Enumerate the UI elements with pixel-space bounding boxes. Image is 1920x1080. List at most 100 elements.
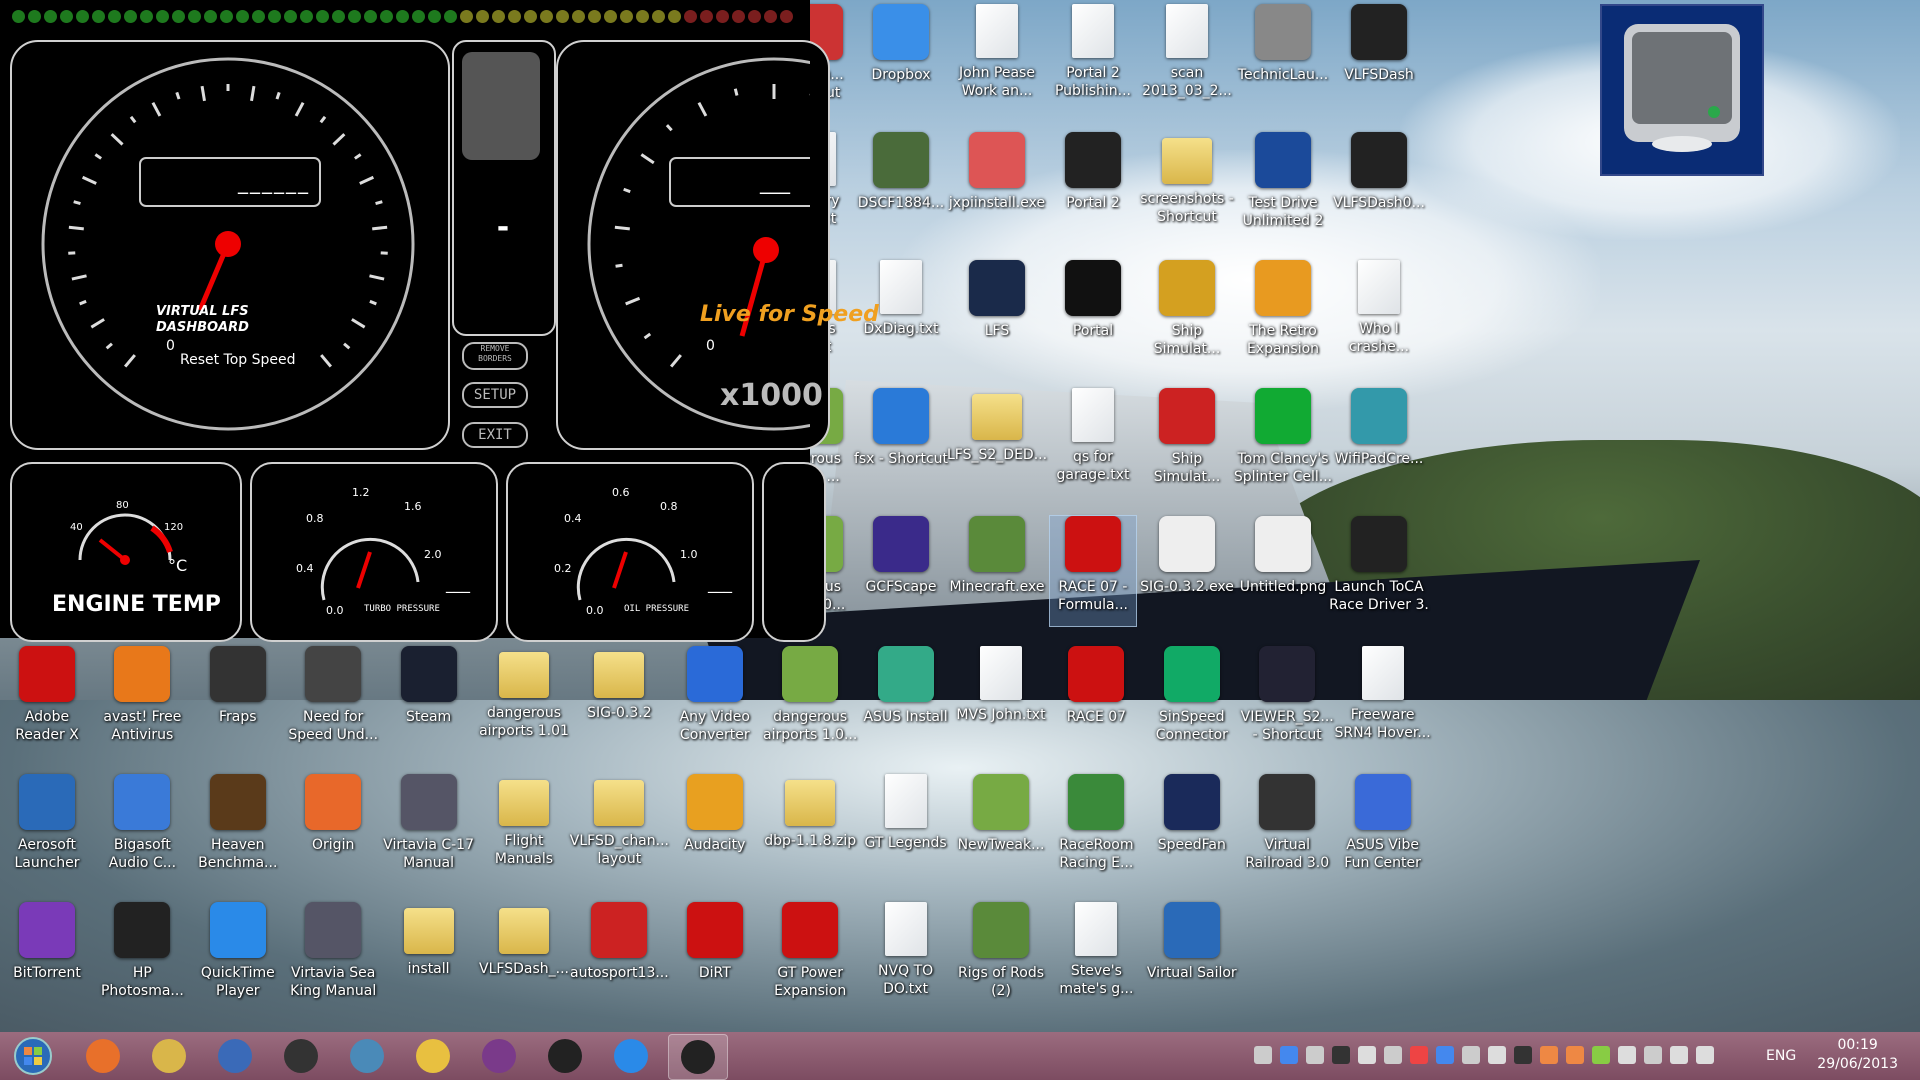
desktop-icon[interactable]: Portal 2 — [1050, 132, 1136, 242]
desktop-icon[interactable]: Minecraft.exe — [950, 516, 1044, 626]
tray-icon[interactable] — [1254, 1046, 1272, 1064]
tray-icon[interactable] — [1462, 1046, 1480, 1064]
tray-icon[interactable] — [1332, 1046, 1350, 1064]
desktop-icon[interactable]: dangerous airports 1.01 — [479, 646, 569, 756]
tray-icon[interactable] — [1644, 1046, 1662, 1064]
desktop-icon[interactable]: BitTorrent — [4, 902, 90, 1012]
desktop-icon[interactable]: HP Photosma... — [99, 902, 185, 1012]
taskbar-item[interactable] — [272, 1034, 330, 1078]
desktop-icon[interactable]: GT Power Expansion — [767, 902, 853, 1012]
desktop-icon[interactable]: Need for Speed Und... — [288, 646, 378, 756]
desktop-icon[interactable]: VLFSDash — [1336, 4, 1422, 114]
desktop-icon[interactable]: Virtual Sailor — [1147, 902, 1237, 1012]
desktop-icon[interactable]: RaceRoom Racing E... — [1053, 774, 1139, 884]
desktop-icon[interactable]: John Pease Work an... — [954, 4, 1040, 114]
taskbar-item[interactable] — [602, 1034, 660, 1078]
desktop-icon[interactable]: install — [386, 902, 472, 1012]
desktop-icon[interactable]: DiRT — [672, 902, 758, 1012]
desktop-icon[interactable]: Untitled.png — [1240, 516, 1326, 626]
desktop-icon[interactable]: Bigasoft Audio C... — [99, 774, 185, 884]
desktop-icon[interactable]: Steve's mate's g... — [1053, 902, 1139, 1012]
desktop-icon[interactable]: Launch ToCA Race Driver 3. — [1329, 516, 1429, 626]
setup-button[interactable]: SETUP — [462, 382, 528, 408]
desktop-icon[interactable]: Ship Simulat... — [1144, 388, 1230, 498]
desktop-icon[interactable]: SinSpeed Connector — [1149, 646, 1235, 756]
tray-icon[interactable] — [1436, 1046, 1454, 1064]
desktop-icon[interactable]: SpeedFan — [1149, 774, 1235, 884]
tray-icon[interactable] — [1592, 1046, 1610, 1064]
start-button[interactable] — [4, 1034, 62, 1078]
desktop-icon[interactable]: TechnicLau... — [1238, 4, 1328, 114]
desktop-icon[interactable]: Aerosoft Launcher — [4, 774, 90, 884]
tray-icon[interactable] — [1488, 1046, 1506, 1064]
desktop-icon[interactable]: ASUS Install — [863, 646, 949, 756]
tray-icon[interactable] — [1618, 1046, 1636, 1064]
desktop-icon[interactable]: RACE 07 - Formula... — [1049, 515, 1137, 627]
desktop-icon[interactable]: WifiPadCre... — [1335, 388, 1423, 498]
desktop-icon[interactable]: fsx - Shortcut — [854, 388, 948, 498]
desktop-icon[interactable]: Audacity — [672, 774, 758, 884]
desktop-icon[interactable]: dangerous airports 1.0... — [763, 646, 857, 756]
desktop-icon[interactable]: screenshots - Shortcut — [1140, 132, 1234, 242]
desktop-icon[interactable]: Adobe Reader X — [4, 646, 90, 756]
desktop-icon[interactable]: Test Drive Unlimited 2 — [1240, 132, 1326, 242]
tray-icon[interactable] — [1358, 1046, 1376, 1064]
desktop-icon[interactable]: Virtual Railroad 3.0 — [1244, 774, 1330, 884]
desktop-icon[interactable]: qs for garage.txt — [1050, 388, 1136, 498]
vlfs-dashboard-window[interactable]: ______ VIRTUAL LFS DASHBOARD 0 Reset Top… — [0, 0, 879, 642]
taskbar-item[interactable] — [470, 1034, 528, 1078]
desktop-icon[interactable]: LFS_S2_DED... — [947, 388, 1047, 498]
taskbar-item[interactable] — [668, 1034, 728, 1080]
tray-icon[interactable] — [1670, 1046, 1688, 1064]
desktop-icon[interactable]: Tom Clancy's Splinter Cell... — [1234, 388, 1332, 498]
desktop-icon[interactable]: scan 2013_03_2... — [1142, 4, 1232, 114]
desktop-icon[interactable]: Any Video Converter — [672, 646, 758, 756]
tray-icon[interactable] — [1540, 1046, 1558, 1064]
desktop-icon[interactable]: Rigs of Rods (2) — [958, 902, 1044, 1012]
desktop-icon[interactable]: SIG-0.3.2 — [576, 646, 662, 756]
desktop-icon[interactable]: RACE 07 — [1053, 646, 1139, 756]
tray-icon[interactable] — [1384, 1046, 1402, 1064]
tray-icon[interactable] — [1566, 1046, 1584, 1064]
taskbar-item[interactable] — [140, 1034, 198, 1078]
desktop-icon[interactable]: MVS John.txt — [956, 646, 1046, 756]
taskbar-item[interactable] — [74, 1034, 132, 1078]
desktop-icon[interactable]: NVQ TO DO.txt — [863, 902, 949, 1012]
desktop-icon[interactable]: dbp-1.1.8.zip — [764, 774, 856, 884]
desktop-icon[interactable]: Steam — [386, 646, 472, 756]
exit-button[interactable]: EXIT — [462, 422, 528, 448]
desktop-icon[interactable]: Origin — [290, 774, 376, 884]
desktop-icon[interactable]: Flight Manuals — [481, 774, 567, 884]
desktop-icon[interactable]: ASUS Vibe Fun Center — [1340, 774, 1426, 884]
desktop-icon[interactable]: VIEWER_S2... - Shortcut — [1241, 646, 1334, 756]
tray-icon[interactable] — [1514, 1046, 1532, 1064]
desktop-icon[interactable]: GCFScape — [858, 516, 944, 626]
desktop-icon[interactable]: NewTweak... — [958, 774, 1044, 884]
desktop-icon[interactable]: Heaven Benchma... — [195, 774, 281, 884]
tray-icon[interactable] — [1696, 1046, 1714, 1064]
taskbar-item[interactable] — [404, 1034, 462, 1078]
desktop-icon[interactable]: VLFSDash0... — [1333, 132, 1425, 242]
taskbar-item[interactable] — [206, 1034, 264, 1078]
language-indicator[interactable]: ENG — [1766, 1048, 1796, 1064]
desktop-icon[interactable]: VLFSDash_... — [479, 902, 569, 1012]
desktop-icon[interactable]: The Retro Expansion — [1240, 260, 1326, 370]
desktop-icon[interactable]: jxpiinstall.exe — [949, 132, 1045, 242]
desktop-icon[interactable]: VLFSD_chan... layout — [570, 774, 669, 884]
desktop-icon[interactable]: Fraps — [195, 646, 281, 756]
clock[interactable]: 00:19 29/06/2013 — [1817, 1036, 1898, 1074]
remove-borders-button[interactable]: REMOVE BORDERS — [462, 342, 528, 370]
desktop-icon[interactable]: Who I crashe... — [1336, 260, 1422, 370]
desktop-icon[interactable]: Ship Simulat... — [1144, 260, 1230, 370]
desktop-icon[interactable]: LFS — [954, 260, 1040, 370]
tray-icon[interactable] — [1280, 1046, 1298, 1064]
desktop-icon[interactable]: SIG-0.3.2.exe — [1140, 516, 1234, 626]
desktop-icon[interactable]: DSCF1884... — [858, 132, 944, 242]
taskbar-item[interactable] — [338, 1034, 396, 1078]
desktop-icon[interactable]: QuickTime Player — [195, 902, 281, 1012]
desktop-icon[interactable]: GT Legends — [863, 774, 949, 884]
desktop-icon[interactable]: autosport13... — [570, 902, 669, 1012]
desktop-icon[interactable]: Portal — [1050, 260, 1136, 370]
desktop-icon[interactable]: avast! Free Antivirus — [99, 646, 185, 756]
desktop-icon[interactable]: Portal 2 Publishin... — [1050, 4, 1136, 114]
